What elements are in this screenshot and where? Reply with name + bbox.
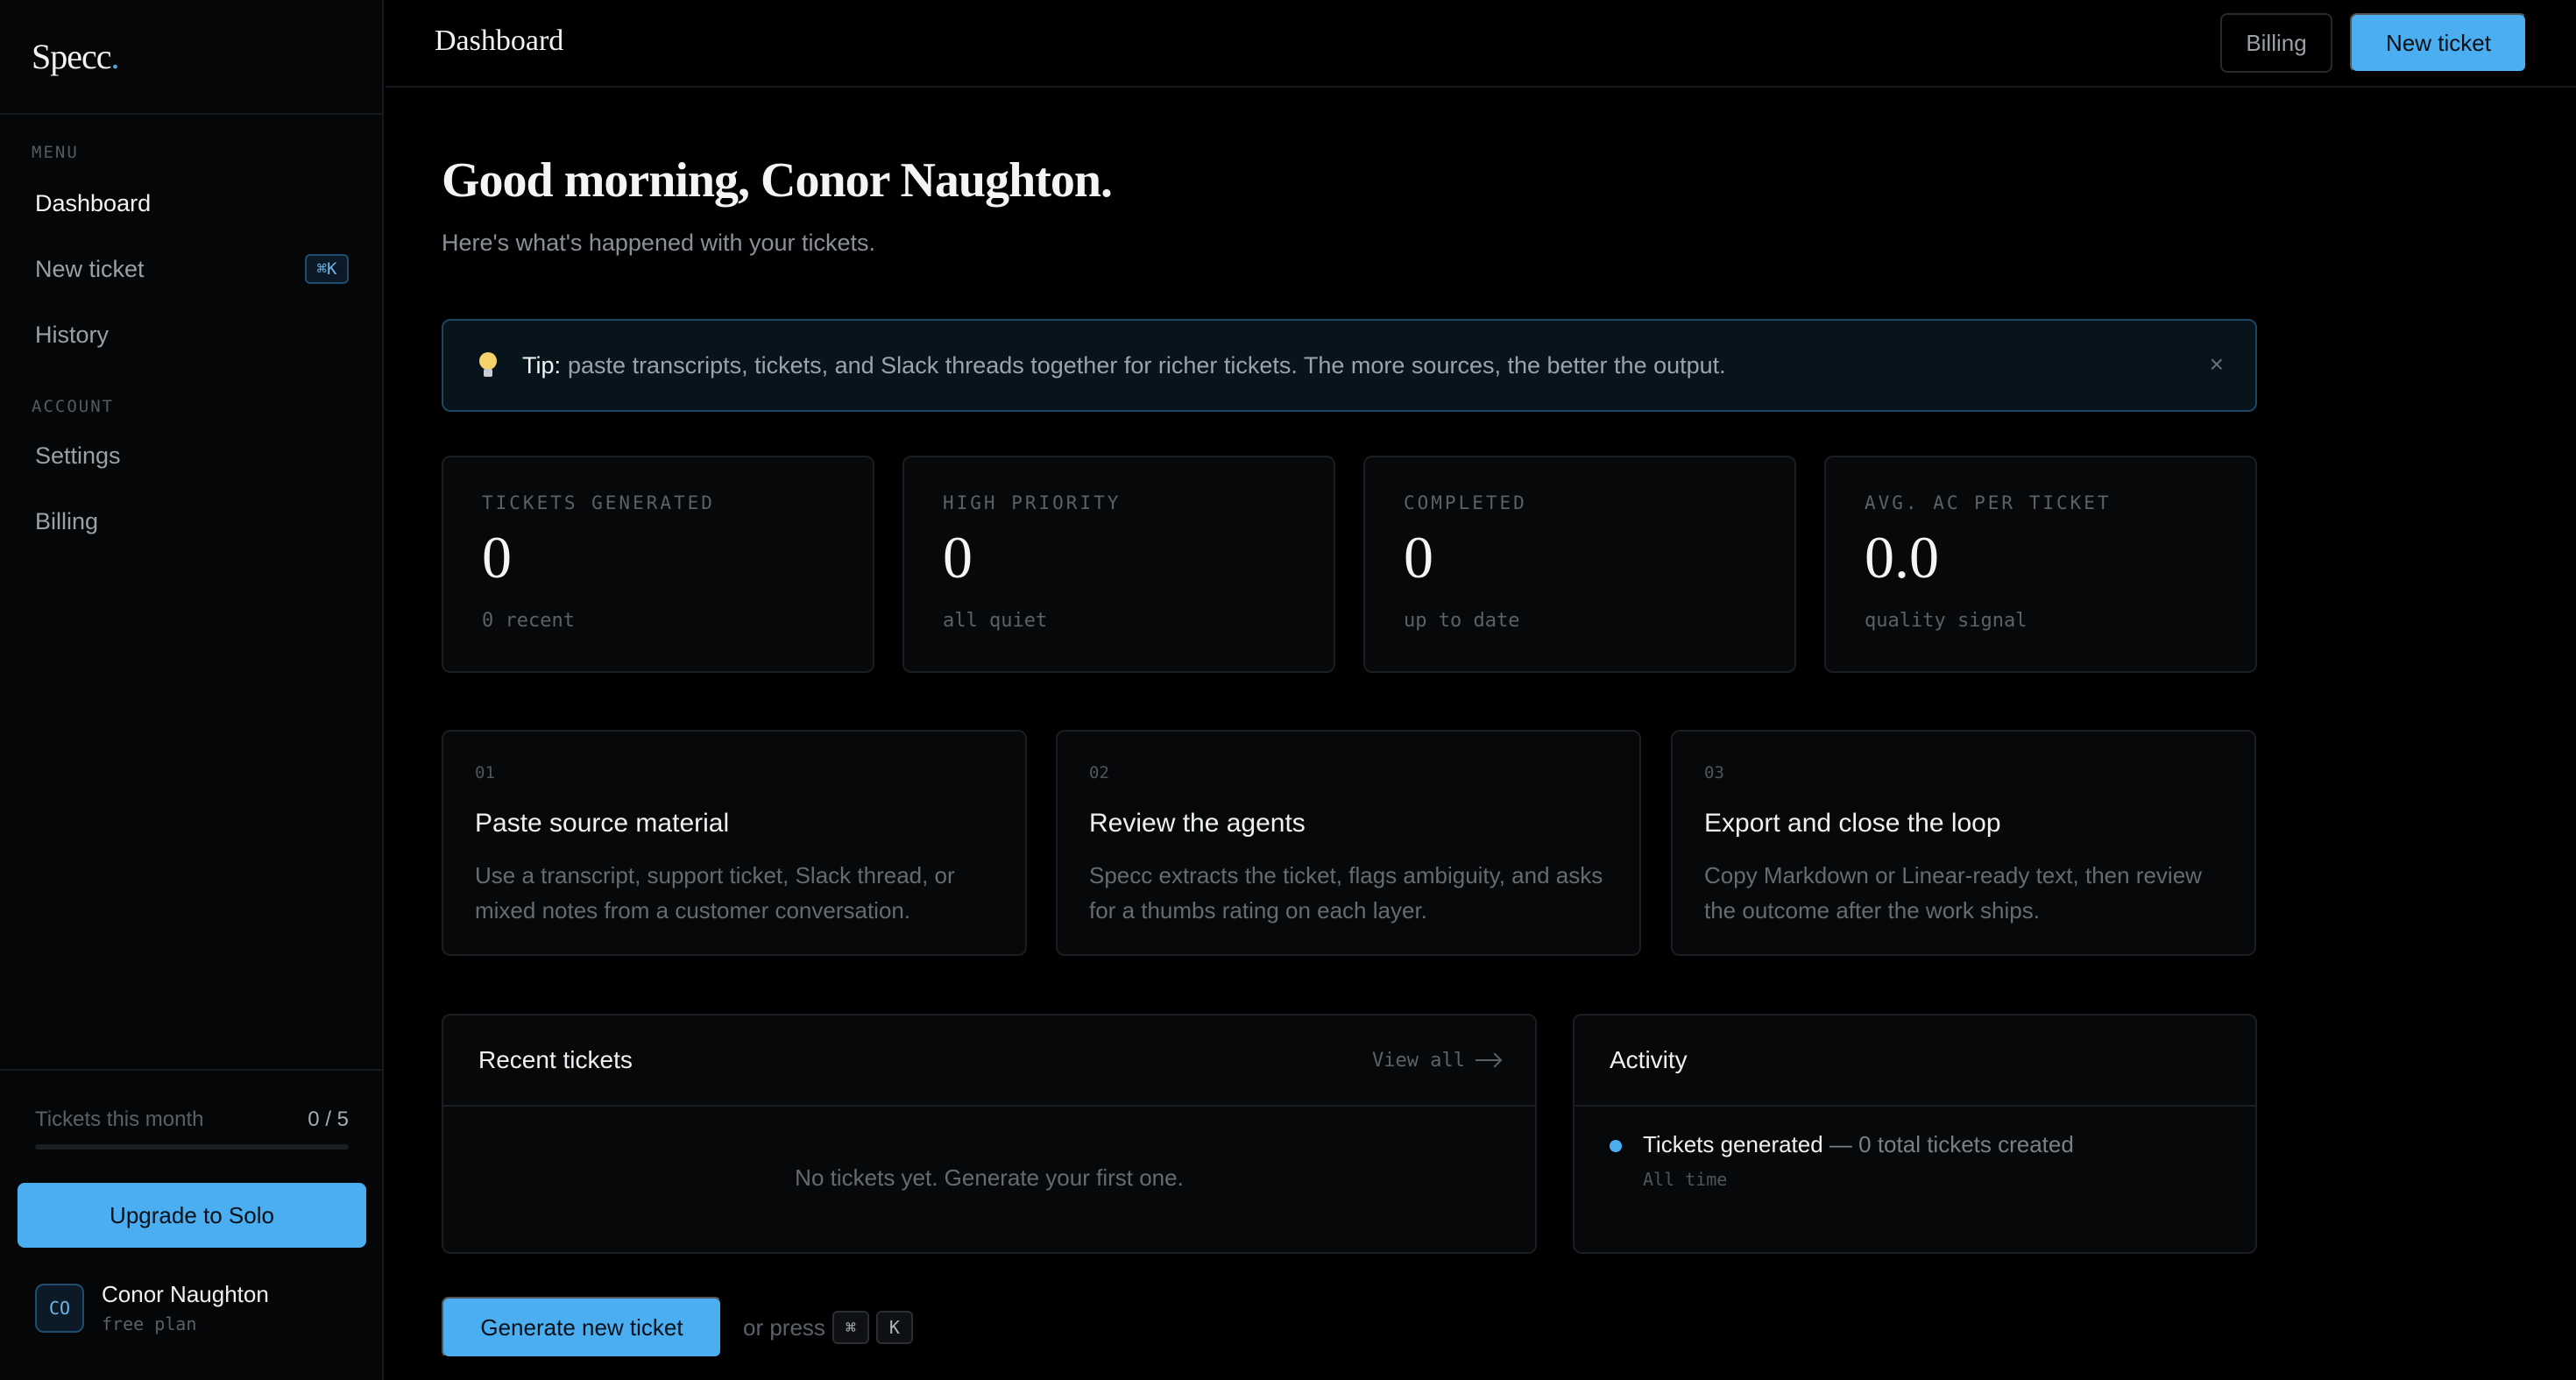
brand-logo[interactable]: Specc. (32, 36, 120, 77)
step-number: 02 (1089, 763, 1109, 782)
step-description: Copy Markdown or Linear-ready text, then… (1704, 862, 2202, 924)
close-icon[interactable]: × (2210, 350, 2224, 379)
lightbulb-icon (478, 352, 498, 379)
step-card-review: 02 Review the agents Specc extracts the … (1056, 730, 1641, 956)
usage-count: 0 / 5 (308, 1108, 349, 1131)
greeting-subtitle: Here's what's happened with your tickets… (442, 230, 876, 256)
usage-panel: Tickets this month 0 / 5 (0, 1069, 382, 1150)
stat-card-high-priority: HIGH PRIORITY 0 all quiet (902, 456, 1335, 673)
logo-area: Specc. (0, 0, 382, 115)
billing-button[interactable]: Billing (2220, 13, 2332, 73)
user-info: Conor Naughton free plan (102, 1281, 269, 1334)
sidebar-item-label: Dashboard (35, 189, 152, 216)
sidebar-item-dashboard[interactable]: Dashboard (18, 178, 349, 229)
stat-sub: quality signal (1865, 610, 2028, 632)
sidebar-item-label: Settings (35, 442, 121, 469)
step-title: Paste source material (475, 809, 730, 838)
usage-progress-bar (35, 1144, 349, 1150)
menu-section-label: MENU (32, 143, 79, 162)
activity-item: Tickets generated — 0 total tickets crea… (1575, 1107, 2255, 1214)
panel-header: Activity (1575, 1016, 2255, 1107)
sidebar-item-new-ticket[interactable]: New ticket ⌘K (18, 244, 349, 294)
page-title: Dashboard (435, 25, 564, 57)
tip-label: Tip: (522, 351, 562, 379)
stat-sub: 0 recent (482, 610, 575, 632)
panel-title: Recent tickets (478, 1046, 633, 1073)
activity-time: All time (1643, 1169, 1728, 1190)
sidebar-item-label: Billing (35, 507, 99, 534)
avatar: CO (35, 1283, 84, 1333)
stat-sub: up to date (1404, 610, 1520, 632)
user-profile[interactable]: CO Conor Naughton free plan (35, 1281, 269, 1334)
new-ticket-button[interactable]: New ticket (2350, 13, 2527, 73)
panel-title: Activity (1610, 1046, 1688, 1073)
step-title: Review the agents (1089, 809, 1306, 838)
user-name: Conor Naughton (102, 1281, 269, 1307)
shortcut-badge: ⌘K (305, 254, 349, 284)
empty-state: No tickets yet. Generate your first one. (795, 1164, 1184, 1191)
step-card-export: 03 Export and close the loop Copy Markdo… (1671, 730, 2256, 956)
panel-header: Recent tickets View all (443, 1016, 1535, 1107)
stat-label: COMPLETED (1404, 492, 1527, 513)
status-dot-icon (1610, 1140, 1622, 1152)
stat-label: AVG. AC PER TICKET (1865, 492, 2112, 513)
usage-label: Tickets this month (35, 1108, 204, 1131)
command-key: ⌘ (832, 1311, 869, 1344)
k-key: K (875, 1311, 913, 1344)
stat-sub: all quiet (943, 610, 1048, 632)
step-number: 03 (1704, 763, 1724, 782)
step-card-paste: 01 Paste source material Use a transcrip… (442, 730, 1027, 956)
shortcut-hint: or press ⌘ K (743, 1311, 913, 1344)
sidebar-item-label: History (35, 321, 110, 348)
stat-card-tickets-generated: TICKETS GENERATED 0 0 recent (442, 456, 874, 673)
top-bar: Dashboard Billing New ticket (386, 0, 2576, 88)
step-description: Use a transcript, support ticket, Slack … (475, 862, 955, 924)
step-number: 01 (475, 763, 495, 782)
activity-panel: Activity Tickets generated — 0 total tic… (1573, 1014, 2257, 1254)
stat-value: 0 (482, 524, 512, 591)
sidebar-item-settings[interactable]: Settings (18, 430, 349, 481)
sidebar-item-history[interactable]: History (18, 309, 349, 360)
activity-title: Tickets generated — 0 total tickets crea… (1643, 1131, 2074, 1157)
arrow-right-icon (1476, 1059, 1500, 1061)
step-description: Specc extracts the ticket, flags ambigui… (1089, 862, 1603, 924)
recent-tickets-panel: Recent tickets View all No tickets yet. … (442, 1014, 1537, 1254)
sidebar: Specc. MENU Dashboard New ticket ⌘K Hist… (0, 0, 384, 1380)
stat-label: HIGH PRIORITY (943, 492, 1122, 513)
tip-banner: Tip: paste transcripts, tickets, and Sla… (442, 319, 2257, 412)
upgrade-button[interactable]: Upgrade to Solo (18, 1183, 366, 1248)
activity-content: Tickets generated — 0 total tickets crea… (1643, 1131, 2074, 1190)
or-press-label: or press (743, 1313, 825, 1341)
account-section-label: ACCOUNT (32, 397, 115, 416)
greeting-heading: Good morning, Conor Naughton. (442, 153, 1113, 208)
step-title: Export and close the loop (1704, 809, 2001, 838)
sidebar-item-billing[interactable]: Billing (18, 496, 349, 547)
sidebar-item-label: New ticket (35, 255, 145, 282)
tip-text: paste transcripts, tickets, and Slack th… (568, 351, 1726, 379)
stat-value: 0 (1404, 524, 1433, 591)
view-all-link[interactable]: View all (1372, 1050, 1500, 1072)
stat-value: 0 (943, 524, 973, 591)
stat-card-completed: COMPLETED 0 up to date (1363, 456, 1796, 673)
stat-card-avg-ac: AVG. AC PER TICKET 0.0 quality signal (1824, 456, 2257, 673)
user-plan: free plan (102, 1313, 197, 1334)
usage-row: Tickets this month 0 / 5 (35, 1108, 349, 1132)
generate-new-ticket-button[interactable]: Generate new ticket (442, 1297, 722, 1358)
stat-label: TICKETS GENERATED (482, 492, 715, 513)
stat-value: 0.0 (1865, 524, 1939, 591)
